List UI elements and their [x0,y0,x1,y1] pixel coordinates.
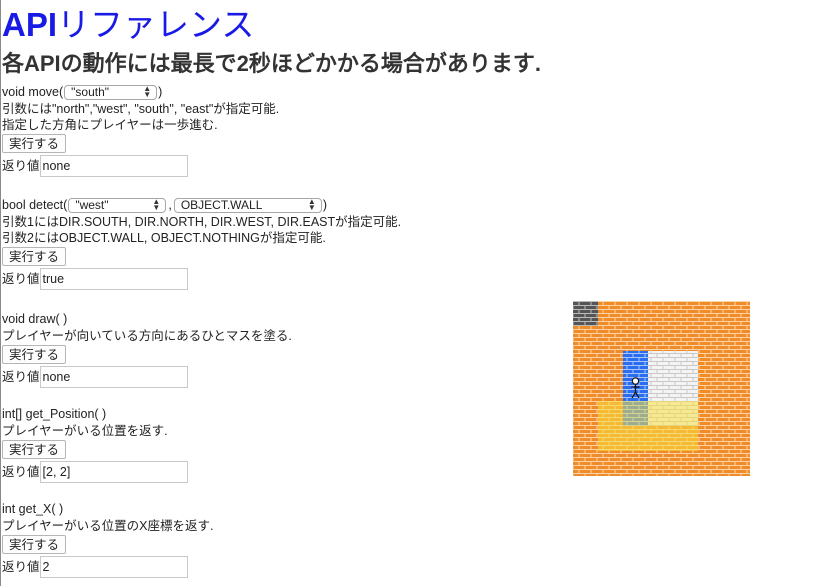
api-getx-signature: int get_X( ) [2,502,64,516]
select-arrows-icon: ▲ ▼ [143,84,152,99]
return-label: 返り値 [2,465,40,479]
draw-run-button[interactable]: 実行する [2,345,67,364]
api-move-desc-1: 引数には"north","west", "south", "east"が指定可能… [2,102,280,116]
api-move-sig-prefix: void move( [2,85,64,99]
board-yellow-highlight [598,401,698,451]
return-label: 返り値 [2,560,40,574]
api-detect-sig-prefix: bool detect( [2,198,68,212]
api-getpos-return: 返り値 [2, 2] [2,461,188,483]
select-arrows-icon: ▲ ▼ [152,197,161,212]
api-detect-comma: , [168,198,172,212]
left-border [0,0,1,586]
api-getpos-signature: int[] get_Position( ) [2,407,107,421]
draw-return-value: none [39,366,188,388]
api-detect-sig-suffix: ) [322,198,327,212]
return-label: 返り値 [2,370,40,384]
game-board-canvas [573,301,750,476]
api-detect-section: bool detect( "west" ▲ ▼ , OBJECT.WALL ▲ ▼ … [2,196,401,290]
api-detect-desc-1: 引数1にはDIR.SOUTH, DIR.NORTH, DIR.WEST, DIR… [2,215,402,229]
page-title-rest: リファレンス [57,6,255,43]
api-move-section: void move( "south" ▲ ▼ ) 引数には"north","wes… [2,83,279,177]
api-move-desc-2: 指定した方角にプレイヤーは一歩進む. [2,118,218,132]
page-title-api: API [2,6,58,43]
move-return-value: none [39,155,188,177]
api-getpos-desc-1: プレイヤーがいる位置を返す. [2,424,168,438]
return-label: 返り値 [2,159,40,173]
move-direction-value: "south" [71,85,110,99]
getx-return-value: 2 [39,556,188,578]
move-run-button[interactable]: 実行する [2,134,67,153]
detect-object-value: OBJECT.WALL [180,198,263,212]
api-getx-return: 返り値 2 [2,556,213,578]
detect-return-value: true [39,268,188,290]
move-direction-select[interactable]: "south" ▲ ▼ [64,84,158,100]
api-detect-desc-2: 引数2にはOBJECT.WALL, OBJECT.NOTHINGが指定可能. [2,231,326,245]
board-gray-tile [573,301,598,326]
detect-run-button[interactable]: 実行する [2,247,67,266]
api-getx-desc-1: プレイヤーがいる位置のX座標を返す. [2,519,214,533]
detect-object-select[interactable]: OBJECT.WALL ▲ ▼ [173,197,322,213]
detect-direction-value: "west" [75,198,109,212]
select-arrows-icon: ▲ ▼ [307,197,316,212]
api-move-return: 返り値 none [2,155,279,177]
getx-run-button[interactable]: 実行する [2,535,67,554]
api-detect-signature: bool detect( "west" ▲ ▼ , OBJECT.WALL ▲ ▼ … [2,196,401,214]
api-draw-section: void draw( ) プレイヤーが向いている方向にあるひとマスを塗る. 実行… [2,310,292,388]
api-draw-signature: void draw( ) [2,312,68,326]
page-subtitle: 各APIの動作には最長で2秒ほどかかる場合があります. [2,51,542,76]
getpos-return-value: [2, 2] [39,461,188,483]
api-getpos-section: int[] get_Position( ) プレイヤーがいる位置を返す. 実行す… [2,405,188,483]
api-draw-return: 返り値 none [2,366,292,388]
api-move-signature: void move( "south" ▲ ▼ ) [2,83,279,101]
page-title: APIリファレンス [2,0,254,46]
game-board [573,301,750,476]
return-label: 返り値 [2,272,40,286]
api-detect-return: 返り値 true [2,268,401,290]
detect-direction-select[interactable]: "west" ▲ ▼ [68,197,167,213]
getpos-run-button[interactable]: 実行する [2,440,67,459]
api-move-sig-suffix: ) [158,85,163,99]
api-draw-desc-1: プレイヤーが向いている方向にあるひとマスを塗る. [2,329,292,343]
api-getx-section: int get_X( ) プレイヤーがいる位置のX座標を返す. 実行する 返り値… [2,500,213,578]
